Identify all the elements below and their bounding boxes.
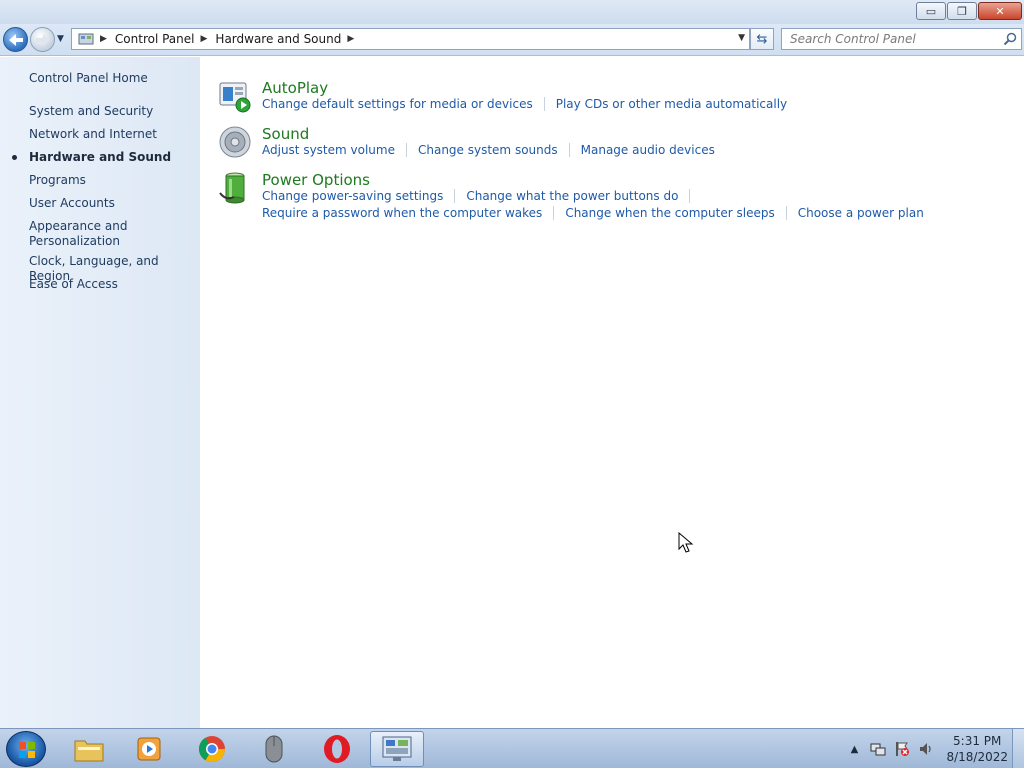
refresh-icon: ⇆ — [756, 31, 768, 47]
battery-icon[interactable] — [218, 171, 252, 205]
taskbar-chrome[interactable] — [185, 731, 239, 767]
back-arrow-icon — [8, 33, 23, 46]
autoplay-icon[interactable] — [218, 79, 252, 113]
sidebar: Control Panel Home System and Security N… — [0, 57, 200, 728]
search-input[interactable] — [782, 29, 992, 49]
file-explorer-icon — [74, 740, 104, 762]
link-change-default-media-settings[interactable]: Change default settings for media or dev… — [262, 97, 533, 111]
power-links-row-1: Change power-saving settings Change what… — [262, 189, 701, 203]
opera-icon — [324, 735, 350, 763]
link-require-password-on-wake[interactable]: Require a password when the computer wak… — [262, 206, 542, 220]
category-title-autoplay[interactable]: AutoPlay — [262, 79, 328, 97]
chrome-icon — [198, 736, 226, 763]
breadcrumb-control-panel[interactable]: Control Panel — [115, 32, 195, 46]
minimize-button[interactable]: ▭ — [916, 2, 946, 20]
media-player-icon — [137, 737, 161, 761]
link-play-cds-automatically[interactable]: Play CDs or other media automatically — [556, 97, 787, 111]
link-change-sleep-time[interactable]: Change when the computer sleeps — [565, 206, 774, 220]
breadcrumb-hardware-and-sound[interactable]: Hardware and Sound — [215, 32, 341, 46]
volume-icon[interactable] — [918, 741, 934, 757]
address-bar[interactable]: ▶ Control Panel ▶ Hardware and Sound ▶ ▼ — [71, 28, 750, 50]
address-dropdown-icon[interactable]: ▼ — [738, 33, 745, 43]
taskbar-control-panel[interactable] — [370, 731, 424, 767]
forward-button[interactable] — [30, 27, 55, 52]
speaker-icon[interactable] — [218, 125, 252, 159]
close-icon: ✕ — [995, 4, 1005, 18]
main-content: AutoPlay Change default settings for med… — [200, 57, 1024, 728]
link-separator — [785, 206, 787, 220]
taskbar-media-player[interactable] — [122, 731, 176, 767]
sidebar-item-programs[interactable]: Programs — [29, 173, 86, 188]
recent-pages-dropdown[interactable]: ▼ — [57, 34, 64, 44]
sidebar-item-user-accounts[interactable]: User Accounts — [29, 196, 115, 211]
link-adjust-system-volume[interactable]: Adjust system volume — [262, 143, 395, 157]
category-title-sound[interactable]: Sound — [262, 125, 309, 143]
breadcrumb-separator-icon[interactable]: ▶ — [347, 34, 354, 44]
sidebar-item-network-and-internet[interactable]: Network and Internet — [29, 127, 157, 142]
link-separator — [553, 206, 555, 220]
minimize-icon: ▭ — [925, 4, 937, 18]
mouse-icon — [265, 735, 283, 763]
taskbar: ▲ 5:31 PM 8/18/2022 — [0, 728, 1024, 768]
autoplay-links: Change default settings for media or dev… — [262, 97, 787, 111]
link-separator — [689, 189, 691, 203]
navigation-bar: ▼ ▶ Control Panel ▶ Hardware and Sound ▶… — [0, 24, 1024, 56]
system-clock[interactable]: 5:31 PM 8/18/2022 — [946, 733, 1008, 765]
taskbar-file-explorer[interactable] — [62, 731, 116, 767]
taskbar-mouse-app[interactable] — [247, 731, 301, 767]
close-button[interactable]: ✕ — [978, 2, 1022, 20]
link-manage-audio-devices[interactable]: Manage audio devices — [581, 143, 715, 157]
sound-links: Adjust system volume Change system sound… — [262, 143, 715, 157]
network-icon[interactable] — [870, 741, 886, 757]
link-separator — [454, 189, 456, 203]
mouse-cursor-icon — [678, 532, 694, 553]
control-panel-icon — [78, 33, 94, 45]
search-icon[interactable] — [1003, 32, 1017, 46]
taskbar-opera[interactable] — [310, 731, 364, 767]
forward-arrow-icon — [35, 33, 50, 46]
link-change-power-saving-settings[interactable]: Change power-saving settings — [262, 189, 443, 203]
search-box[interactable] — [781, 28, 1022, 50]
start-button[interactable] — [6, 731, 46, 767]
clock-time: 5:31 PM — [953, 734, 1002, 748]
sidebar-item-hardware-and-sound[interactable]: Hardware and Sound — [29, 150, 171, 165]
link-separator — [543, 97, 545, 111]
category-title-power-options[interactable]: Power Options — [262, 171, 370, 189]
link-change-system-sounds[interactable]: Change system sounds — [418, 143, 558, 157]
breadcrumb-separator-icon[interactable]: ▶ — [100, 34, 107, 44]
clock-date: 8/18/2022 — [946, 750, 1008, 764]
action-center-icon[interactable] — [894, 741, 910, 757]
link-choose-power-plan[interactable]: Choose a power plan — [798, 206, 924, 220]
sidebar-item-ease-of-access[interactable]: Ease of Access — [29, 277, 118, 292]
control-panel-icon — [382, 736, 412, 761]
maximize-button[interactable]: ❐ — [947, 2, 977, 20]
sidebar-item-system-and-security[interactable]: System and Security — [29, 104, 153, 119]
window-controls: ▭ ❐ ✕ — [915, 2, 1022, 20]
restore-icon: ❐ — [957, 4, 967, 18]
link-change-power-buttons[interactable]: Change what the power buttons do — [466, 189, 678, 203]
windows-logo-icon — [19, 742, 35, 758]
sidebar-item-control-panel-home[interactable]: Control Panel Home — [29, 71, 148, 86]
sidebar-item-appearance-and-personalization[interactable]: Appearance and Personalization — [29, 219, 127, 249]
current-section-bullet — [12, 155, 17, 160]
power-links-row-2: Require a password when the computer wak… — [262, 206, 924, 220]
title-bar: ▭ ❐ ✕ — [0, 0, 1024, 24]
link-separator — [568, 143, 570, 157]
show-hidden-icons-arrow[interactable]: ▲ — [846, 741, 862, 757]
back-button[interactable] — [3, 27, 28, 52]
refresh-button[interactable]: ⇆ — [750, 28, 774, 50]
show-desktop-button[interactable] — [1012, 729, 1024, 768]
breadcrumb-separator-icon[interactable]: ▶ — [201, 34, 208, 44]
system-tray: ▲ 5:31 PM 8/18/2022 — [838, 729, 1008, 768]
link-separator — [405, 143, 407, 157]
